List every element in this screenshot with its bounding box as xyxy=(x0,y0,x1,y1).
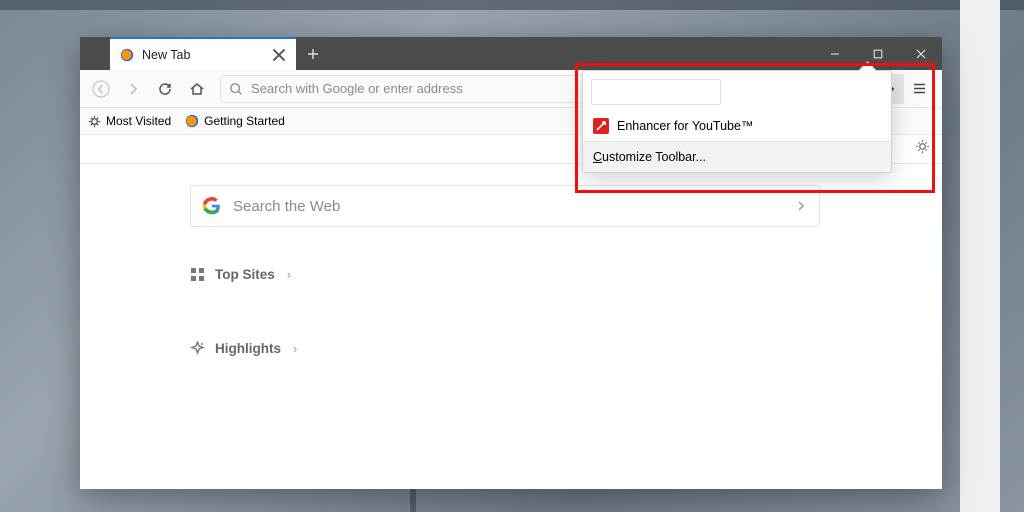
customize-toolbar-button[interactable]: Customize Toolbar... xyxy=(583,141,891,172)
section-label: Top Sites xyxy=(215,267,275,282)
overflow-panel: Enhancer for YouTube™ Customize Toolbar.… xyxy=(582,70,892,173)
grid-icon xyxy=(190,267,205,282)
forward-button[interactable] xyxy=(118,74,148,104)
new-tab-page: Search the Web Top Sites › Highlights › xyxy=(80,135,942,489)
address-placeholder: Search with Google or enter address xyxy=(251,81,463,96)
highlights-section-header[interactable]: Highlights › xyxy=(190,341,297,356)
new-tab-button[interactable] xyxy=(296,37,329,70)
top-sites-section-header[interactable]: Top Sites › xyxy=(190,267,291,282)
chevron-right-icon xyxy=(795,200,807,212)
back-button[interactable] xyxy=(86,74,116,104)
firefox-favicon xyxy=(185,114,199,128)
overflow-item-label: Enhancer for YouTube™ xyxy=(617,119,753,133)
window-minimize-button[interactable] xyxy=(813,37,856,70)
bookmark-most-visited[interactable]: Most Visited xyxy=(88,114,171,128)
window-close-button[interactable] xyxy=(899,37,942,70)
close-icon[interactable] xyxy=(272,48,286,62)
google-logo-icon xyxy=(203,197,221,215)
home-button[interactable] xyxy=(182,74,212,104)
reload-button[interactable] xyxy=(150,74,180,104)
search-placeholder: Search the Web xyxy=(233,198,795,215)
tab-new-tab[interactable]: New Tab xyxy=(110,37,296,70)
bookmark-label: Getting Started xyxy=(204,114,285,128)
extension-icon xyxy=(593,118,609,134)
titlebar: New Tab xyxy=(80,37,942,70)
app-menu-button[interactable] xyxy=(904,74,934,104)
bookmark-label: Most Visited xyxy=(106,114,171,128)
chevron-right-icon: › xyxy=(287,267,291,282)
tab-title: New Tab xyxy=(142,48,272,62)
search-icon xyxy=(229,82,243,96)
customize-toolbar-rest: ustomize Toolbar... xyxy=(602,150,706,164)
bookmark-getting-started[interactable]: Getting Started xyxy=(185,114,285,128)
gear-icon xyxy=(915,139,930,154)
firefox-favicon xyxy=(120,48,134,62)
customize-newtab-button[interactable] xyxy=(915,139,930,159)
overflow-drop-area[interactable] xyxy=(583,71,891,111)
chevron-right-icon: › xyxy=(293,341,297,356)
gear-icon xyxy=(88,115,101,128)
newtab-search-box[interactable]: Search the Web xyxy=(190,185,820,227)
overflow-item-enhancer[interactable]: Enhancer for YouTube™ xyxy=(583,111,891,141)
section-label: Highlights xyxy=(215,341,281,356)
sparkle-icon xyxy=(190,341,205,356)
